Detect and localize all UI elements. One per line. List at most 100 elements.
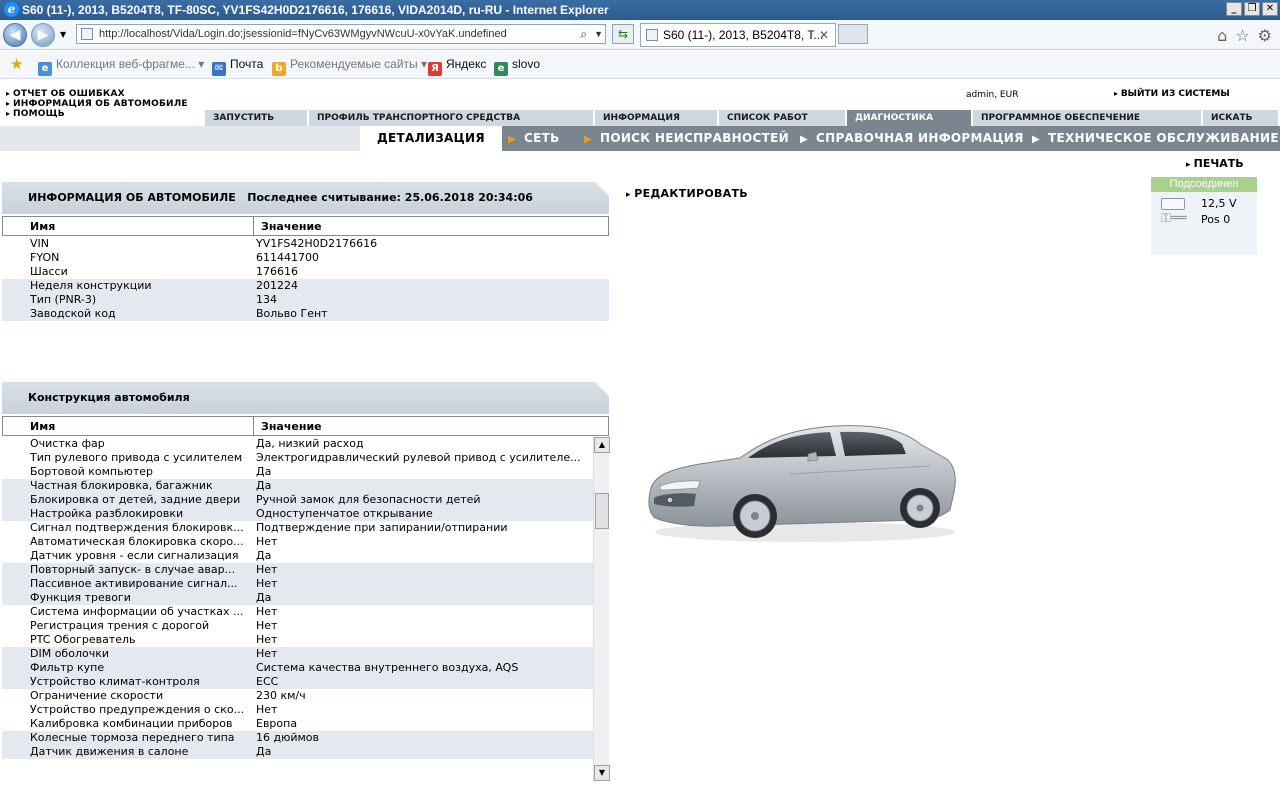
subtab-details[interactable]: ДЕТАЛИЗАЦИЯ bbox=[360, 126, 502, 151]
fav-item-mail[interactable]: ✉ Почта bbox=[212, 57, 263, 76]
table-row: Повторный запуск- в случае авар... Нет bbox=[2, 563, 609, 577]
back-button[interactable]: ◀ bbox=[3, 23, 27, 47]
tab-start[interactable]: ЗАПУСТИТЬ bbox=[203, 110, 307, 126]
menu-error-report[interactable]: ОТЧЕТ ОБ ОШИБКАХ bbox=[6, 89, 125, 99]
new-tab-button[interactable] bbox=[838, 24, 868, 44]
table-row: PTC Обогреватель Нет bbox=[2, 633, 609, 647]
row-value: Нет bbox=[256, 633, 278, 646]
close-window-button[interactable]: ✕ bbox=[1262, 2, 1278, 16]
fav-item-suggested-sites[interactable]: b Рекомендуемые сайты ▾ bbox=[272, 57, 427, 76]
row-name: Блокировка от детей, задние двери bbox=[30, 493, 241, 506]
minimize-button[interactable]: _ bbox=[1226, 2, 1242, 16]
table-row: Фильтр купе Система качества внутреннего … bbox=[2, 661, 609, 675]
table-row: Ограничение скорости 230 км/ч bbox=[2, 689, 609, 703]
fav-item-slovo[interactable]: e slovo bbox=[494, 57, 540, 76]
connection-status: Подсоединен bbox=[1151, 177, 1257, 192]
favorites-star-add-icon[interactable]: ★ bbox=[10, 55, 23, 73]
row-value: Нет bbox=[256, 703, 278, 716]
table-row: Тип рулевого привода с усилителем Электро… bbox=[2, 451, 609, 465]
print-link[interactable]: ПЕЧАТЬ bbox=[1186, 157, 1244, 170]
row-name: Регистрация трения с дорогой bbox=[30, 619, 210, 632]
subtab-reference-info[interactable]: ▶ СПРАВОЧНАЯ ИНФОРМАЦИЯ bbox=[800, 126, 1024, 151]
row-value: Да bbox=[256, 591, 272, 604]
table-row: Датчик уровня - если сигнализация Да bbox=[2, 549, 609, 563]
page-icon bbox=[81, 28, 93, 40]
row-name: Тип рулевого привода с усилителем bbox=[30, 451, 243, 464]
home-icon[interactable]: ⌂ bbox=[1217, 26, 1227, 45]
row-value: Нет bbox=[256, 619, 278, 632]
row-name: DIM оболочки bbox=[30, 647, 109, 660]
row-value: 16 дюймов bbox=[256, 731, 320, 744]
row-value: 230 км/ч bbox=[256, 689, 306, 702]
subtab-fault-tracing[interactable]: ▶ ПОИСК НЕИСПРАВНОСТЕЙ bbox=[584, 126, 789, 151]
table-row: Сигнал подтверждения блокировк... Подтвер… bbox=[2, 521, 609, 535]
scroll-down-icon[interactable]: ▼ bbox=[594, 765, 610, 781]
column-name: Имя bbox=[30, 420, 56, 433]
tab-close-icon[interactable]: ✕ bbox=[819, 24, 829, 46]
row-value: 134 bbox=[256, 293, 277, 306]
row-name: FYON bbox=[30, 251, 60, 264]
menu-help[interactable]: ПОМОЩЬ bbox=[6, 109, 65, 119]
logout-link[interactable]: ВЫЙТИ ИЗ СИСТЕМЫ bbox=[1114, 89, 1230, 99]
scroll-up-icon[interactable]: ▲ bbox=[594, 437, 610, 453]
row-name: Устройство климат-контроля bbox=[30, 675, 200, 688]
scroll-thumb[interactable] bbox=[595, 493, 609, 529]
tab-vehicle-profile[interactable]: ПРОФИЛЬ ТРАНСПОРТНОГО СРЕДСТВА bbox=[307, 110, 593, 126]
yandex-icon: Я bbox=[428, 62, 442, 76]
table-row: Частная блокировка, багажник Да bbox=[2, 479, 609, 493]
row-value: YV1FS42H0D2176616 bbox=[256, 237, 378, 250]
menu-vehicle-info[interactable]: ИНФОРМАЦИЯ ОБ АВТОМОБИЛЕ bbox=[6, 99, 188, 109]
restore-button[interactable]: ❐ bbox=[1244, 2, 1260, 16]
fav-item-yandex[interactable]: Я Яндекс bbox=[428, 57, 486, 76]
favorites-bar: ★ e Коллекция веб-фрагме... ▾ ✉ Почта b Рек… bbox=[0, 51, 1280, 79]
row-value: Европа bbox=[256, 717, 298, 730]
ignition-position: Pos 0 bbox=[1201, 213, 1231, 226]
tab-title: S60 (11-), 2013, B5204T8, T... bbox=[663, 28, 824, 42]
main-tabs: ЗАПУСТИТЬ ПРОФИЛЬ ТРАНСПОРТНОГО СРЕДСТВА… bbox=[203, 110, 1280, 126]
row-value: Нет bbox=[256, 577, 278, 590]
voltage-value: 12,5 V bbox=[1201, 197, 1237, 210]
favorites-star-icon[interactable]: ☆ bbox=[1235, 26, 1249, 45]
search-icon[interactable]: ⌕ bbox=[580, 25, 587, 43]
row-value: Вольво Гент bbox=[256, 307, 328, 320]
row-name: Настройка разблокировки bbox=[30, 507, 184, 520]
browser-tab[interactable]: S60 (11-), 2013, B5204T8, T... ✕ bbox=[640, 23, 836, 47]
address-dropdown-icon[interactable]: ▼ bbox=[594, 25, 603, 43]
table-row: Бортовой компьютер Да bbox=[2, 465, 609, 479]
tab-software[interactable]: ПРОГРАММНОЕ ОБЕСПЕЧЕНИЕ bbox=[971, 110, 1201, 126]
row-name: Бортовой компьютер bbox=[30, 465, 154, 478]
tools-gear-icon[interactable]: ⚙ bbox=[1258, 26, 1272, 45]
address-bar[interactable]: http://localhost/Vida/Login.do;jsessioni… bbox=[76, 24, 606, 44]
tab-work-list[interactable]: СПИСОК РАБОТ bbox=[717, 110, 845, 126]
subtab-maintenance[interactable]: ▶ ТЕХНИЧЕСКОЕ ОБСЛУЖИВАНИЕ bbox=[1032, 126, 1279, 151]
table-row: Неделя конструкции 201224 bbox=[2, 279, 609, 293]
subtab-network[interactable]: ▶ СЕТЬ bbox=[508, 126, 560, 151]
construction-header: Конструкция автомобиля bbox=[2, 382, 609, 414]
tab-diagnostics[interactable]: ДИАГНОСТИКА bbox=[845, 110, 971, 126]
row-value: 201224 bbox=[256, 279, 298, 292]
tab-page-icon bbox=[646, 29, 658, 41]
construction-scrollbar[interactable]: ▲ ▼ bbox=[593, 437, 610, 781]
internet-explorer-icon: e bbox=[4, 2, 19, 17]
table-row: Регистрация трения с дорогой Нет bbox=[2, 619, 609, 633]
forward-button[interactable]: ▶ bbox=[31, 23, 55, 47]
table-row: Пассивное активирование сигнал... Нет bbox=[2, 577, 609, 591]
table-row: VIN YV1FS42H0D2176616 bbox=[2, 237, 609, 251]
edit-link[interactable]: РЕДАКТИРОВАТЬ bbox=[626, 187, 748, 200]
row-name: PTC Обогреватель bbox=[30, 633, 136, 646]
history-dropdown-icon[interactable]: ▼ bbox=[60, 30, 66, 39]
row-name: Устройство предупреждения о ско... bbox=[30, 703, 245, 716]
fav-item-webslices[interactable]: e Коллекция веб-фрагме... ▾ bbox=[38, 57, 204, 76]
row-name: Ограничение скорости bbox=[30, 689, 164, 702]
address-url: http://localhost/Vida/Login.do;jsessioni… bbox=[99, 28, 507, 40]
vehicle-image bbox=[648, 425, 956, 542]
table-row: Система информации об участках ... Нет bbox=[2, 605, 609, 619]
construction-table[interactable]: Очистка фар Да, низкий расход Тип рулевого… bbox=[2, 437, 609, 781]
row-name: Калибровка комбинации приборов bbox=[30, 717, 233, 730]
tab-search[interactable]: ИСКАТЬ bbox=[1201, 110, 1278, 126]
refresh-icon[interactable]: ⇆ bbox=[612, 24, 634, 44]
row-name: Очистка фар bbox=[30, 437, 105, 450]
tab-information[interactable]: ИНФОРМАЦИЯ bbox=[593, 110, 717, 126]
connection-status-box: Подсоединен 12,5 V ⚿══ Pos 0 bbox=[1151, 177, 1257, 255]
battery-icon bbox=[1161, 198, 1185, 210]
